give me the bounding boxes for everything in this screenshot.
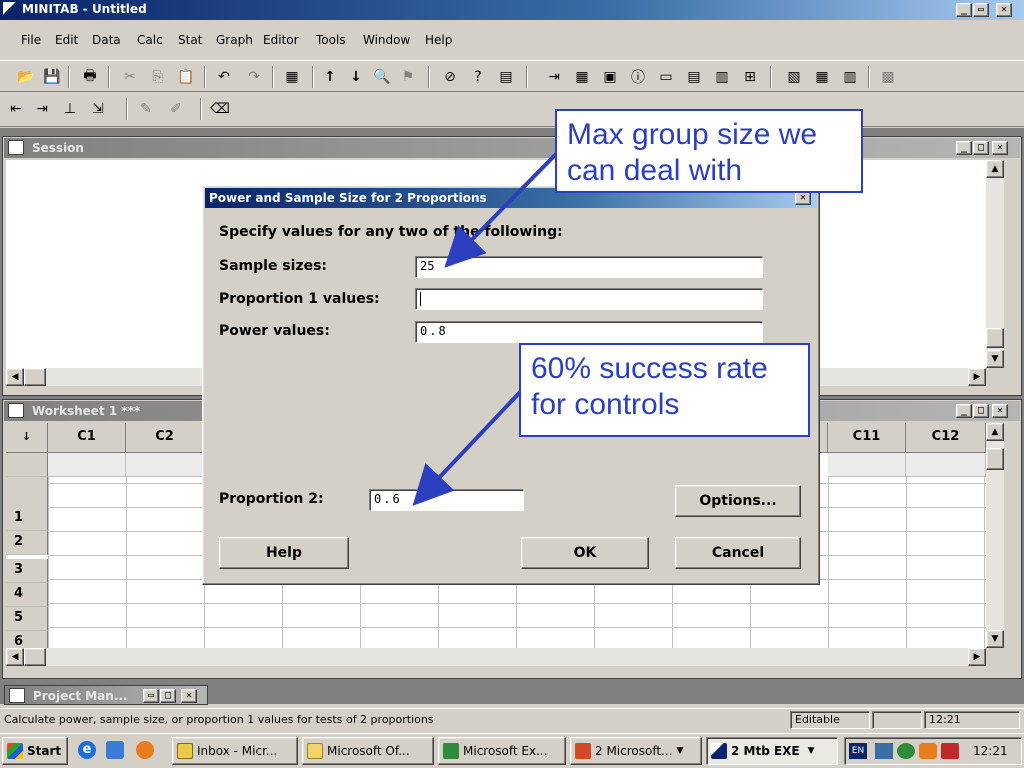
outlook-icon xyxy=(177,743,193,759)
outlook-quicklaunch-icon[interactable] xyxy=(106,741,124,759)
update-icon[interactable] xyxy=(897,743,915,759)
taskbar-minitab[interactable]: 2 Mtb EXE ▼ xyxy=(706,737,838,765)
excel-icon xyxy=(443,743,459,759)
system-tray: EN 12:21 xyxy=(844,737,1022,765)
start-label: Start xyxy=(27,744,62,758)
taskbar-minitab-label: 2 Mtb EXE xyxy=(731,744,800,758)
status-time: 12:21 xyxy=(924,711,1020,729)
windows-logo-icon xyxy=(7,743,23,759)
desktop-screen: { "app": { "title": "MINITAB - Untitled"… xyxy=(0,0,1024,768)
taskbar-inbox-label: Inbox - Micr... xyxy=(197,744,278,758)
antivirus-icon[interactable] xyxy=(941,743,959,759)
minitab-icon xyxy=(711,743,727,759)
group-size-arrow xyxy=(444,148,562,268)
ie-icon[interactable]: e xyxy=(78,741,96,759)
callout-arrows xyxy=(412,148,562,506)
people-icon[interactable] xyxy=(919,743,937,759)
powerpoint-icon xyxy=(575,743,591,759)
taskbar-microsoft-powerpoint-label: 2 Microsoft... xyxy=(595,744,673,758)
taskbar-microsoft-excel[interactable]: Microsoft Ex... xyxy=(438,737,566,765)
taskbar-microsoft-office[interactable]: Microsoft Of... xyxy=(302,737,434,765)
network-icon[interactable] xyxy=(875,743,893,759)
status-mode: Editable xyxy=(790,711,870,729)
folder-icon xyxy=(307,743,323,759)
success-rate-arrow xyxy=(412,388,524,506)
chevron-down-icon: ▼ xyxy=(807,746,815,756)
status-message: Calculate power, sample size, or proport… xyxy=(4,713,434,726)
taskbar-inbox[interactable]: Inbox - Micr... xyxy=(172,737,298,765)
taskbar-microsoft-powerpoint[interactable]: 2 Microsoft... ▼ xyxy=(570,737,702,765)
taskbar-microsoft-office-label: Microsoft Of... xyxy=(327,744,410,758)
success-rate-callout: 60% success rate for controls xyxy=(519,343,810,437)
chevron-down-icon: ▼ xyxy=(676,746,684,756)
taskbar-microsoft-excel-label: Microsoft Ex... xyxy=(463,744,548,758)
language-indicator[interactable]: EN xyxy=(849,743,867,759)
status-bar: Calculate power, sample size, or proport… xyxy=(0,708,1024,730)
status-blank-pane xyxy=(872,711,922,729)
taskbar-clock: 12:21 xyxy=(973,744,1008,758)
group-size-callout: Max group size we can deal with xyxy=(555,109,863,193)
media-player-icon[interactable] xyxy=(136,741,154,759)
start-button[interactable]: Start xyxy=(2,737,68,765)
